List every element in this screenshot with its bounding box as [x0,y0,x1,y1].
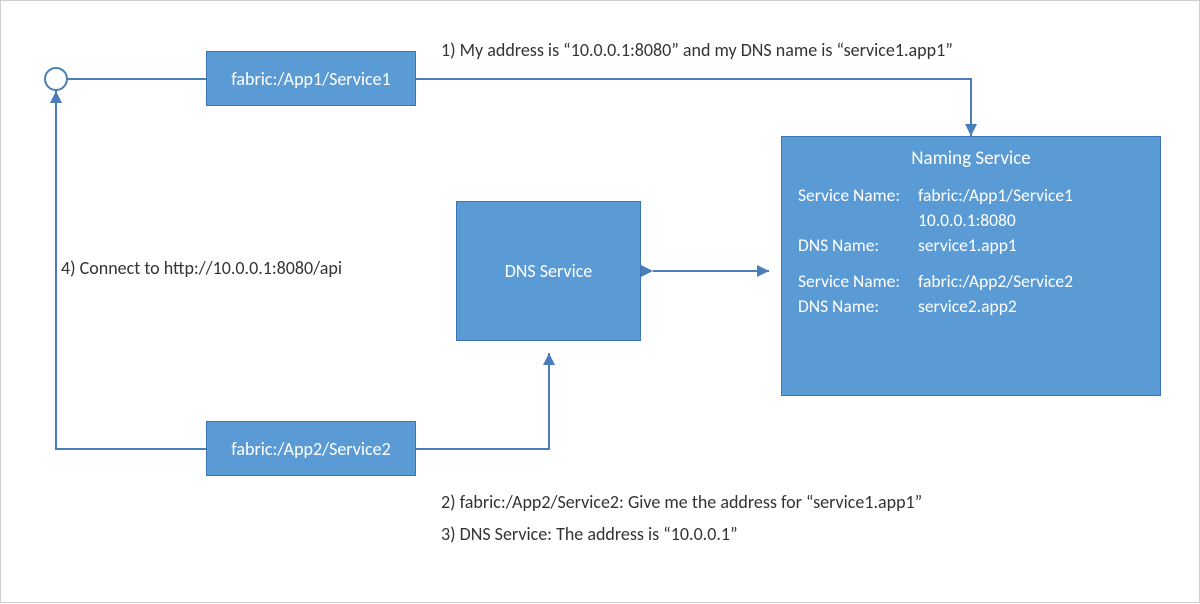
service2-label: fabric:/App2/Service2 [231,438,390,460]
service2-box: fabric:/App2/Service2 [206,421,416,476]
naming-entry-row: DNS Name: service1.app1 [798,233,1144,258]
naming-key-dns-name: DNS Name: [798,233,918,258]
service1-label: fabric:/App1/Service1 [231,68,390,90]
naming-key-service-name: Service Name: [798,269,918,294]
dns-service-box: DNS Service [456,201,641,341]
service1-box: fabric:/App1/Service1 [206,51,416,106]
dns-service-label: DNS Service [505,260,593,282]
step-3-label: 3) DNS Service: The address is “10.0.0.1… [441,523,738,545]
naming-value-service2: fabric:/App2/Service2 [918,269,1144,294]
naming-value-address1: 10.0.0.1:8080 [918,208,1144,233]
naming-entry-row: 10.0.0.1:8080 [798,208,1144,233]
naming-service-title: Naming Service [798,145,1144,173]
naming-value-dns1: service1.app1 [918,233,1144,258]
step-4-label: 4) Connect to http://10.0.0.1:8080/api [61,257,342,279]
naming-key-service-name: Service Name: [798,183,918,208]
naming-key-dns-name: DNS Name: [798,294,918,319]
naming-value-service1: fabric:/App1/Service1 [918,183,1144,208]
step-1-label: 1) My address is “10.0.0.1:8080” and my … [441,39,953,61]
naming-entry-row: Service Name: fabric:/App2/Service2 [798,269,1144,294]
diagram-canvas: fabric:/App1/Service1 fabric:/App2/Servi… [0,0,1200,603]
naming-service-box: Naming Service Service Name: fabric:/App… [781,136,1161,396]
origin-circle [45,68,67,90]
step-2-label: 2) fabric:/App2/Service2: Give me the ad… [441,491,922,513]
naming-entry-row: Service Name: fabric:/App1/Service1 [798,183,1144,208]
naming-value-dns2: service2.app2 [918,294,1144,319]
naming-entry-row: DNS Name: service2.app2 [798,294,1144,319]
